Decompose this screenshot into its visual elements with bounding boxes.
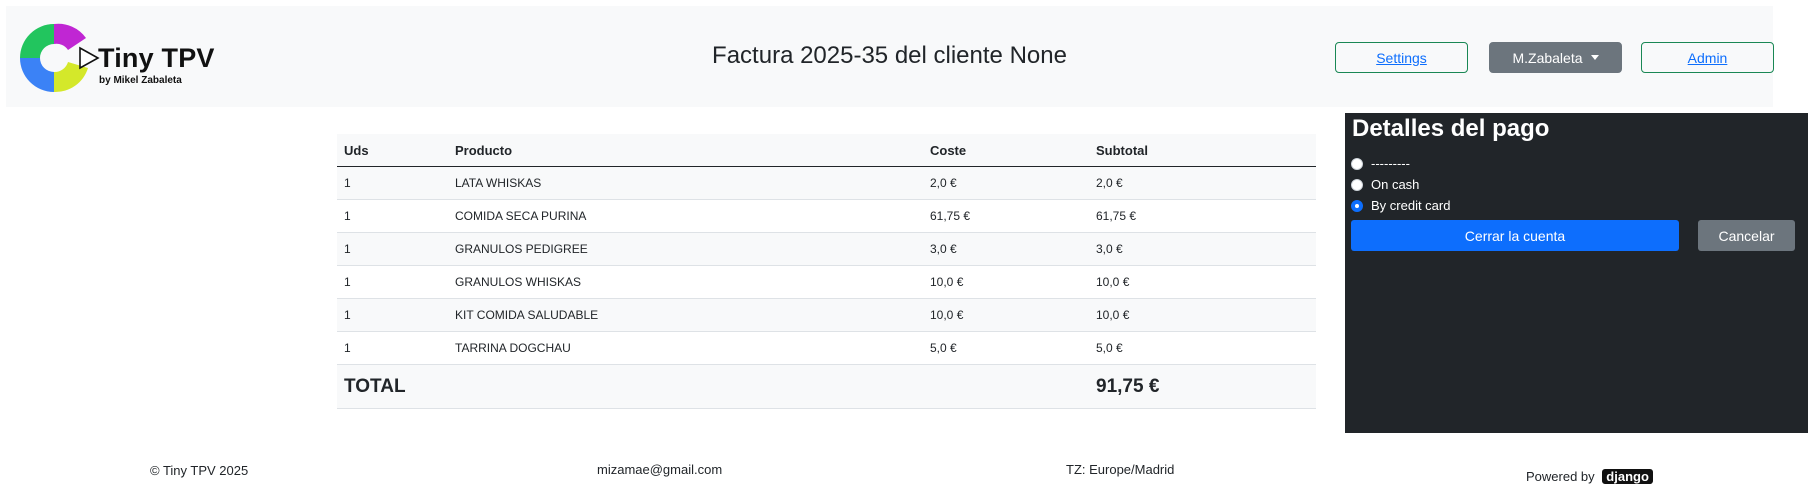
cell-coste: 2,0 € <box>923 166 1089 200</box>
powered-by-label: Powered by <box>1526 469 1595 484</box>
footer-copyright: © Tiny TPV 2025 <box>150 463 249 478</box>
footer-powered-by: Powered by django <box>1526 469 1653 484</box>
cell-uds: 1 <box>337 232 448 266</box>
table-row: 1 LATA WHISKAS 2,0 € 2,0 € <box>337 166 1316 200</box>
payment-option-none[interactable]: --------- <box>1351 156 1410 171</box>
column-header-coste: Coste <box>923 134 1089 167</box>
cell-producto: COMIDA SECA PURINA <box>448 199 923 233</box>
cell-uds: 1 <box>337 298 448 332</box>
admin-button[interactable]: Admin <box>1641 42 1774 73</box>
cell-coste: 61,75 € <box>923 199 1089 233</box>
cell-uds: 1 <box>337 166 448 200</box>
cell-producto: KIT COMIDA SALUDABLE <box>448 298 923 332</box>
cell-coste: 3,0 € <box>923 232 1089 266</box>
column-header-producto: Producto <box>448 134 923 167</box>
footer-timezone: TZ: Europe/Madrid <box>1066 462 1175 477</box>
total-value: 91,75 € <box>1089 364 1316 409</box>
settings-button[interactable]: Settings <box>1335 42 1468 73</box>
payment-option-label: --------- <box>1371 156 1410 171</box>
cell-subtotal: 3,0 € <box>1089 232 1316 266</box>
user-dropdown-label: M.Zabaleta <box>1512 49 1583 66</box>
cell-subtotal: 10,0 € <box>1089 298 1316 332</box>
cell-uds: 1 <box>337 199 448 233</box>
table-row: 1 KIT COMIDA SALUDABLE 10,0 € 10,0 € <box>337 298 1316 332</box>
cell-subtotal: 10,0 € <box>1089 265 1316 299</box>
cell-subtotal: 61,75 € <box>1089 199 1316 233</box>
cell-producto: TARRINA DOGCHAU <box>448 331 923 365</box>
table-row: 1 GRANULOS WHISKAS 10,0 € 10,0 € <box>337 265 1316 299</box>
app-byline: by Mikel Zabaleta <box>99 75 182 86</box>
total-row: TOTAL 91,75 € <box>337 364 1316 409</box>
chevron-down-icon <box>1590 55 1599 60</box>
invoice-table: Uds Producto Coste Subtotal 1 LATA WHISK… <box>337 134 1316 409</box>
payment-option-label: On cash <box>1371 177 1420 192</box>
table-row: 1 TARRINA DOGCHAU 5,0 € 5,0 € <box>337 331 1316 365</box>
cell-coste: 10,0 € <box>923 298 1089 332</box>
table-row: 1 COMIDA SECA PURINA 61,75 € 61,75 € <box>337 199 1316 233</box>
radio-button-checked[interactable] <box>1351 199 1363 212</box>
payment-option-cash[interactable]: On cash <box>1351 177 1419 192</box>
cancel-button[interactable]: Cancelar <box>1698 220 1795 251</box>
payment-panel: Detalles del pago --------- On cash By c… <box>1345 113 1808 433</box>
cell-subtotal: 2,0 € <box>1089 166 1316 200</box>
cell-producto: GRANULOS PEDIGREE <box>448 232 923 266</box>
footer-email: mizamae@gmail.com <box>597 462 723 477</box>
cell-coste: 10,0 € <box>923 265 1089 299</box>
payment-option-credit-card[interactable]: By credit card <box>1351 198 1450 213</box>
radio-button[interactable] <box>1351 157 1363 170</box>
navbar: Tiny TPV by Mikel Zabaleta Factura 2025-… <box>6 6 1774 107</box>
payment-title: Detalles del pago <box>1352 115 1550 142</box>
cell-subtotal: 5,0 € <box>1089 331 1316 365</box>
cell-producto: LATA WHISKAS <box>448 166 923 200</box>
cell-coste: 5,0 € <box>923 331 1089 365</box>
user-dropdown-button[interactable]: M.Zabaleta <box>1489 42 1622 73</box>
django-logo-icon[interactable]: django <box>1602 469 1653 484</box>
radio-button[interactable] <box>1351 178 1363 191</box>
payment-option-label: By credit card <box>1371 198 1451 213</box>
total-label: TOTAL <box>337 364 1089 409</box>
cell-producto: GRANULOS WHISKAS <box>448 265 923 299</box>
table-row: 1 GRANULOS PEDIGREE 3,0 € 3,0 € <box>337 232 1316 266</box>
table-header-row: Uds Producto Coste Subtotal <box>337 134 1316 167</box>
cell-uds: 1 <box>337 331 448 365</box>
cell-uds: 1 <box>337 265 448 299</box>
column-header-subtotal: Subtotal <box>1089 134 1316 167</box>
close-account-button[interactable]: Cerrar la cuenta <box>1351 220 1679 251</box>
column-header-uds: Uds <box>337 134 448 167</box>
